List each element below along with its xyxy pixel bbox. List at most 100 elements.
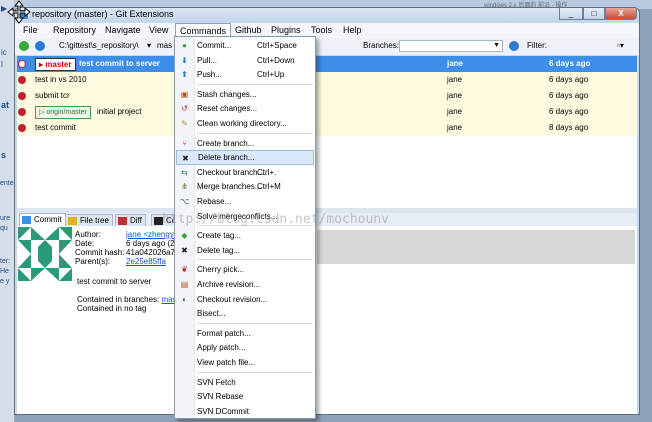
menu-item-label: View patch file... — [197, 358, 256, 367]
menu-item-format-patch[interactable]: Format patch... — [176, 326, 314, 341]
revision-grid[interactable]: ▸ master test commit to server jane 6 da… — [17, 56, 637, 208]
menu-item-label: Apply patch... — [197, 343, 246, 353]
desk-fragment: ente — [0, 180, 14, 187]
window-title: repository (master) - Git Extensions — [32, 9, 174, 19]
graph-node — [18, 108, 26, 116]
tab-commit[interactable]: Commit — [19, 213, 66, 227]
table-row[interactable]: ▸ master test commit to server jane 6 da… — [17, 56, 637, 72]
tab-commit-label: Commit — [34, 215, 62, 224]
menu-separator — [197, 83, 313, 85]
table-row[interactable]: test commit jane 8 days ago — [17, 120, 637, 136]
branch-tag[interactable]: ▸ master — [35, 58, 76, 71]
hash-label: Commit hash: — [75, 248, 125, 257]
path-dropdown-arrow[interactable]: ▾ — [147, 41, 151, 50]
menu-item-label: Merge branches... — [197, 182, 262, 192]
repository-path[interactable]: C:\gittest\s_repository\ — [59, 41, 139, 50]
menu-item-view-patch-file[interactable]: View patch file... — [176, 355, 314, 370]
menu-item-label: Delete branch... — [198, 153, 255, 163]
menu-navigate[interactable]: Navigate — [101, 24, 145, 37]
open-repository-icon[interactable] — [35, 41, 45, 51]
menu-item-label: SVN Fetch — [197, 377, 236, 387]
create-branch-icon: ⑂ — [182, 138, 187, 148]
menu-item-push[interactable]: ⬆ Push... Ctrl+Up — [176, 67, 314, 82]
menu-item-label: Push... — [197, 70, 222, 80]
menu-item-create-tag[interactable]: ◆ Create tag... — [176, 228, 314, 243]
menu-item-checkout-branch[interactable]: ⇆ Checkout branch... Ctrl+. — [176, 165, 314, 180]
menu-item-label: Delete tag... — [197, 245, 241, 255]
author-link[interactable]: jane <zhengyi — [126, 230, 176, 239]
reset-icon: ↺ — [181, 104, 188, 114]
table-row[interactable]: test in vs 2010 jane 6 days ago — [17, 72, 637, 88]
menu-item-create-branch[interactable]: ⑂ Create branch... — [176, 136, 314, 151]
commit-author: jane — [447, 123, 463, 132]
toolbar: C:\gittest\s_repository\ ▾ mas Branches:… — [15, 38, 639, 56]
svn-fetch-icon — [180, 378, 189, 387]
menu-item-label: Archive revision... — [197, 280, 261, 289]
menu-item-checkout-revision[interactable]: ◐ Checkout revision... — [176, 292, 314, 307]
menu-item-stash-changes[interactable]: ▣ Stash changes... — [176, 87, 314, 102]
archive-icon: ▤ — [180, 280, 189, 289]
menu-item-bisect[interactable]: Bisect... — [176, 306, 314, 321]
menu-item-label: SVN Rebase — [197, 392, 244, 402]
filter-options-icon[interactable]: ▫▾ — [617, 41, 624, 50]
minimize-button[interactable]: _ — [559, 8, 583, 20]
branch-selector[interactable]: mas — [157, 41, 172, 50]
git-extensions-window: repository (master) - Git Extensions _ □… — [14, 7, 640, 415]
menu-item-commit[interactable]: ● Commit... Ctrl+Space — [176, 38, 314, 53]
remote-branch-tag[interactable]: ▷ origin/master — [35, 106, 91, 119]
menu-item-shortcut: Ctrl+. — [257, 167, 277, 177]
desk-fragment: e y — [0, 278, 10, 285]
commit-message: initial project — [97, 107, 142, 116]
parent-link[interactable]: 2e25e85ffa — [126, 257, 166, 266]
refresh-icon[interactable] — [19, 41, 29, 51]
menu-repository[interactable]: Repository — [49, 24, 100, 37]
menu-separator — [197, 132, 313, 134]
parent-label: Parent(s): — [75, 257, 111, 266]
commit-date: 6 days ago — [549, 107, 589, 116]
menu-item-merge-branches[interactable]: ⋔ Merge branches... Ctrl+M — [176, 179, 314, 194]
branches-combo[interactable]: ▼ — [399, 40, 503, 52]
graph-node — [18, 76, 26, 84]
date-label: Date: — [75, 239, 95, 248]
author-label: Author: — [75, 230, 101, 239]
graph-node — [18, 124, 26, 132]
menu-item-rebase[interactable]: ⌥ Rebase... — [176, 194, 314, 209]
table-row[interactable]: submit tcr jane 6 days ago — [17, 88, 637, 104]
menu-item-clean-working-directory[interactable]: ✎ Clean working directory... — [176, 116, 314, 131]
menu-item-shortcut: Ctrl+Down — [257, 55, 295, 65]
menubar: File Repository Navigate View Commands G… — [15, 23, 639, 39]
menu-view[interactable]: View — [145, 24, 172, 37]
menu-item-cherry-pick[interactable]: ❦ Cherry pick... — [176, 262, 314, 277]
menu-item-delete-branch[interactable]: ✖ Delete branch... — [176, 150, 314, 166]
menu-item-pull[interactable]: ⬇ Pull... Ctrl+Down — [176, 53, 314, 68]
checkout-branch-icon: ⇆ — [181, 167, 188, 177]
menu-item-reset-changes[interactable]: ↺ Reset changes... — [176, 101, 314, 116]
desk-fragment: at — [1, 100, 10, 110]
menu-item-svn-fetch[interactable]: SVN Fetch — [176, 375, 314, 390]
commit-message-text: test commit to server — [77, 277, 152, 286]
desk-fragment: s — [1, 150, 7, 160]
menu-separator — [197, 322, 313, 324]
menu-help[interactable]: Help — [339, 24, 366, 37]
commit-details-panel: Author: jane <zhengyi Date: 6 days ago (… — [17, 226, 637, 414]
menu-item-shortcut: Ctrl+Space — [257, 41, 297, 50]
close-button[interactable]: X — [605, 8, 637, 20]
desk-fragment: ter: — [0, 258, 11, 265]
menu-item-apply-patch[interactable]: Apply patch... — [176, 340, 314, 355]
menu-item-svn-rebase[interactable]: SVN Rebase — [176, 389, 314, 404]
menu-item-label: Stash changes... — [197, 89, 257, 99]
contained-branches-label: Contained in branches: — [77, 295, 162, 304]
menu-item-archive-revision[interactable]: ▤ Archive revision... — [176, 277, 314, 292]
commit-message: submit tcr — [35, 91, 70, 100]
commit-date: 8 days ago — [549, 123, 589, 132]
menu-item-delete-tag[interactable]: ✖ Delete tag... — [176, 243, 314, 258]
remote-branch-label: origin/master — [46, 109, 87, 116]
bisect-icon — [180, 309, 189, 318]
maximize-button[interactable]: □ — [583, 8, 605, 20]
commit-author: jane — [447, 107, 463, 116]
date-value: 6 days ago (20 — [126, 239, 179, 248]
menu-item-svn-dcommit[interactable]: SVN DCommit — [176, 404, 314, 419]
contained-tags: Contained in no tag — [77, 304, 147, 313]
table-row[interactable]: ▷ origin/master initial project jane 6 d… — [17, 104, 637, 120]
settings-icon[interactable] — [509, 41, 519, 51]
